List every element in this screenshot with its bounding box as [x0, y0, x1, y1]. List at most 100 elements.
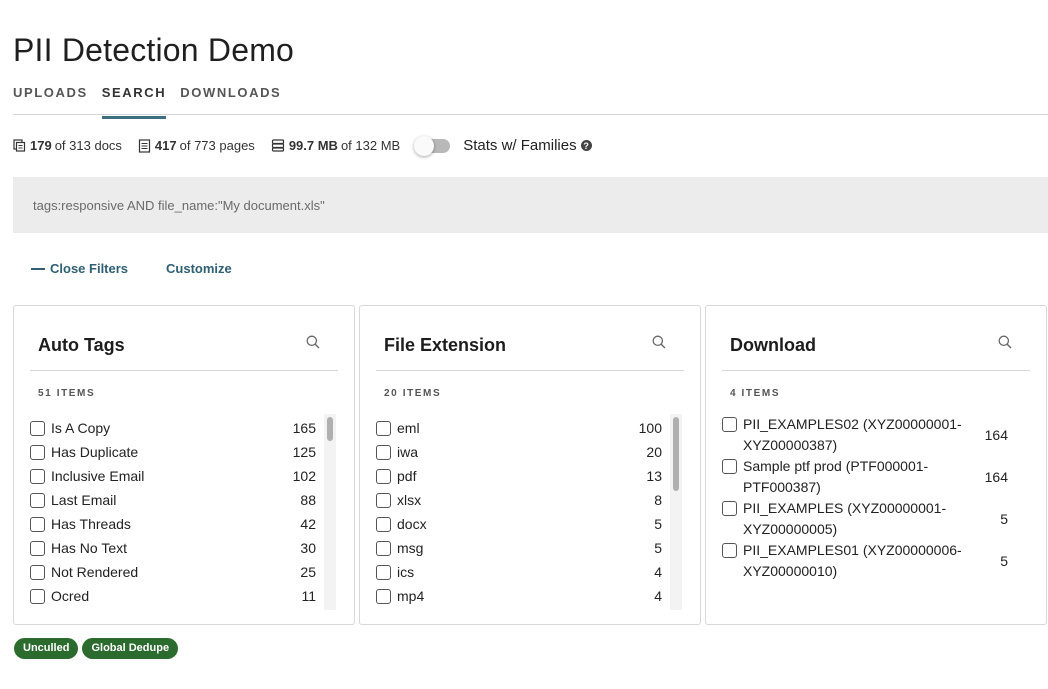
- list-item[interactable]: Has No Text 30: [30, 536, 316, 560]
- database-icon: [271, 139, 284, 152]
- close-filters-button[interactable]: Close Filters: [31, 261, 128, 276]
- item-count: 5: [654, 516, 662, 532]
- pages-stat: 417 of 773 pages: [138, 138, 255, 153]
- search-icon[interactable]: [652, 335, 666, 349]
- pages-total: of 773 pages: [179, 138, 255, 153]
- checkbox[interactable]: [30, 516, 45, 532]
- families-toggle[interactable]: [414, 135, 451, 156]
- search-input[interactable]: [13, 177, 1048, 233]
- list-item[interactable]: PII_EXAMPLES02 (XYZ00000001-XYZ00000387)…: [722, 414, 1008, 456]
- item-label: eml: [397, 420, 420, 436]
- badge-unculled[interactable]: Unculled: [14, 638, 79, 659]
- list-item[interactable]: Ocred 11: [30, 584, 316, 608]
- item-label: Is A Copy: [51, 420, 111, 436]
- item-label: xlsx: [397, 492, 422, 508]
- tab-downloads[interactable]: DOWNLOADS: [180, 84, 281, 118]
- stats-bar: 179 of 313 docs 417 of 773 pages 99.7 MB…: [13, 135, 592, 156]
- checkbox[interactable]: [30, 420, 45, 436]
- list-item[interactable]: Last Email 88: [30, 488, 316, 512]
- item-count: 100: [638, 420, 662, 436]
- main-tabs: UPLOADS SEARCH DOWNLOADS: [13, 84, 295, 119]
- auto-tags-list: Is A Copy 165 Has Duplicate 125 Inclusive …: [30, 416, 316, 608]
- help-icon[interactable]: ?: [580, 140, 592, 151]
- list-item[interactable]: msg 5: [376, 536, 662, 560]
- item-label: Last Email: [51, 492, 117, 508]
- item-label: docx: [397, 516, 427, 532]
- checkbox[interactable]: [722, 501, 737, 516]
- checkbox[interactable]: [376, 516, 391, 532]
- items-count: 51 ITEMS: [38, 388, 96, 399]
- list-item[interactable]: pdf 13: [376, 464, 662, 488]
- documents-icon: [13, 139, 26, 152]
- list-item[interactable]: eml 100: [376, 416, 662, 440]
- panel-title: Auto Tags: [38, 335, 125, 355]
- checkbox[interactable]: [30, 588, 45, 604]
- tab-search[interactable]: SEARCH: [101, 84, 167, 119]
- list-item[interactable]: Not Rendered 25: [30, 560, 316, 584]
- list-item[interactable]: xlsx 8: [376, 488, 662, 512]
- search-icon[interactable]: [306, 335, 320, 349]
- checkbox[interactable]: [376, 564, 391, 580]
- panel-divider: [376, 370, 684, 371]
- checkbox[interactable]: [722, 417, 737, 432]
- list-item[interactable]: Has Duplicate 125: [30, 440, 316, 464]
- item-label: Inclusive Email: [51, 468, 145, 484]
- item-count: 164: [984, 427, 1008, 443]
- docs-total: of 313 docs: [54, 138, 122, 153]
- checkbox[interactable]: [376, 468, 391, 484]
- item-count: 5: [1000, 553, 1008, 569]
- checkbox[interactable]: [722, 543, 737, 558]
- list-item[interactable]: Inclusive Email 102: [30, 464, 316, 488]
- search-icon[interactable]: [998, 335, 1012, 349]
- list-item[interactable]: Has Threads 42: [30, 512, 316, 536]
- list-item[interactable]: mp4 4: [376, 584, 662, 608]
- checkbox[interactable]: [30, 564, 45, 580]
- auto-tags-panel: Auto Tags 51 ITEMS Is A Copy 165 Has Dupl…: [13, 305, 355, 625]
- docs-stat: 179 of 313 docs: [13, 138, 122, 153]
- checkbox[interactable]: [30, 444, 45, 460]
- item-count: 102: [292, 468, 316, 484]
- item-count: 5: [654, 540, 662, 556]
- checkbox[interactable]: [722, 459, 737, 474]
- file-extension-panel: File Extension 20 ITEMS eml 100 iwa 20 pdf…: [359, 305, 701, 625]
- panel-title: File Extension: [384, 335, 507, 355]
- item-count: 4: [654, 564, 662, 580]
- item-count: 165: [292, 420, 316, 436]
- checkbox[interactable]: [376, 588, 391, 604]
- item-count: 4: [654, 588, 662, 604]
- item-label: Sample ptf prod (PTF000001-PTF000387): [743, 458, 929, 495]
- badge-global-dedupe[interactable]: Global Dedupe: [82, 638, 179, 659]
- item-label: mp4: [397, 588, 425, 604]
- size-stat: 99.7 MB of 132 MB: [271, 138, 400, 153]
- close-filters-label: Close Filters: [50, 261, 129, 276]
- list-item[interactable]: ics 4: [376, 560, 662, 584]
- customize-button[interactable]: Customize: [166, 261, 232, 276]
- checkbox[interactable]: [30, 492, 45, 508]
- item-count: 42: [300, 516, 316, 532]
- list-item[interactable]: Is A Copy 165: [30, 416, 316, 440]
- pages-count: 417: [154, 138, 177, 153]
- scrollbar-track[interactable]: [324, 414, 336, 610]
- list-item[interactable]: Sample ptf prod (PTF000001-PTF000387) 164: [722, 456, 1008, 498]
- list-item[interactable]: docx 5: [376, 512, 662, 536]
- checkbox[interactable]: [376, 444, 391, 460]
- families-toggle-label: Stats w/ Families: [463, 137, 577, 154]
- scrollbar-thumb[interactable]: [673, 417, 679, 491]
- item-count: 164: [984, 469, 1008, 485]
- size-used: 99.7 MB: [288, 138, 338, 153]
- download-list: PII_EXAMPLES02 (XYZ00000001-XYZ00000387)…: [722, 414, 1008, 582]
- tab-uploads[interactable]: UPLOADS: [13, 84, 88, 118]
- checkbox[interactable]: [376, 492, 391, 508]
- checkbox[interactable]: [30, 540, 45, 556]
- item-label: Ocred: [51, 588, 90, 604]
- checkbox[interactable]: [376, 420, 391, 436]
- list-item[interactable]: iwa 20: [376, 440, 662, 464]
- docs-count: 179: [30, 138, 52, 153]
- list-item[interactable]: PII_EXAMPLES01 (XYZ00000006-XYZ00000010)…: [722, 540, 1008, 582]
- download-panel: Download 4 ITEMS PII_EXAMPLES02 (XYZ0000…: [705, 305, 1047, 625]
- scrollbar-thumb[interactable]: [327, 417, 333, 441]
- checkbox[interactable]: [30, 468, 45, 484]
- list-item[interactable]: PII_EXAMPLES (XYZ00000001-XYZ00000005) 5: [722, 498, 1008, 540]
- checkbox[interactable]: [376, 540, 391, 556]
- item-label: iwa: [397, 444, 419, 460]
